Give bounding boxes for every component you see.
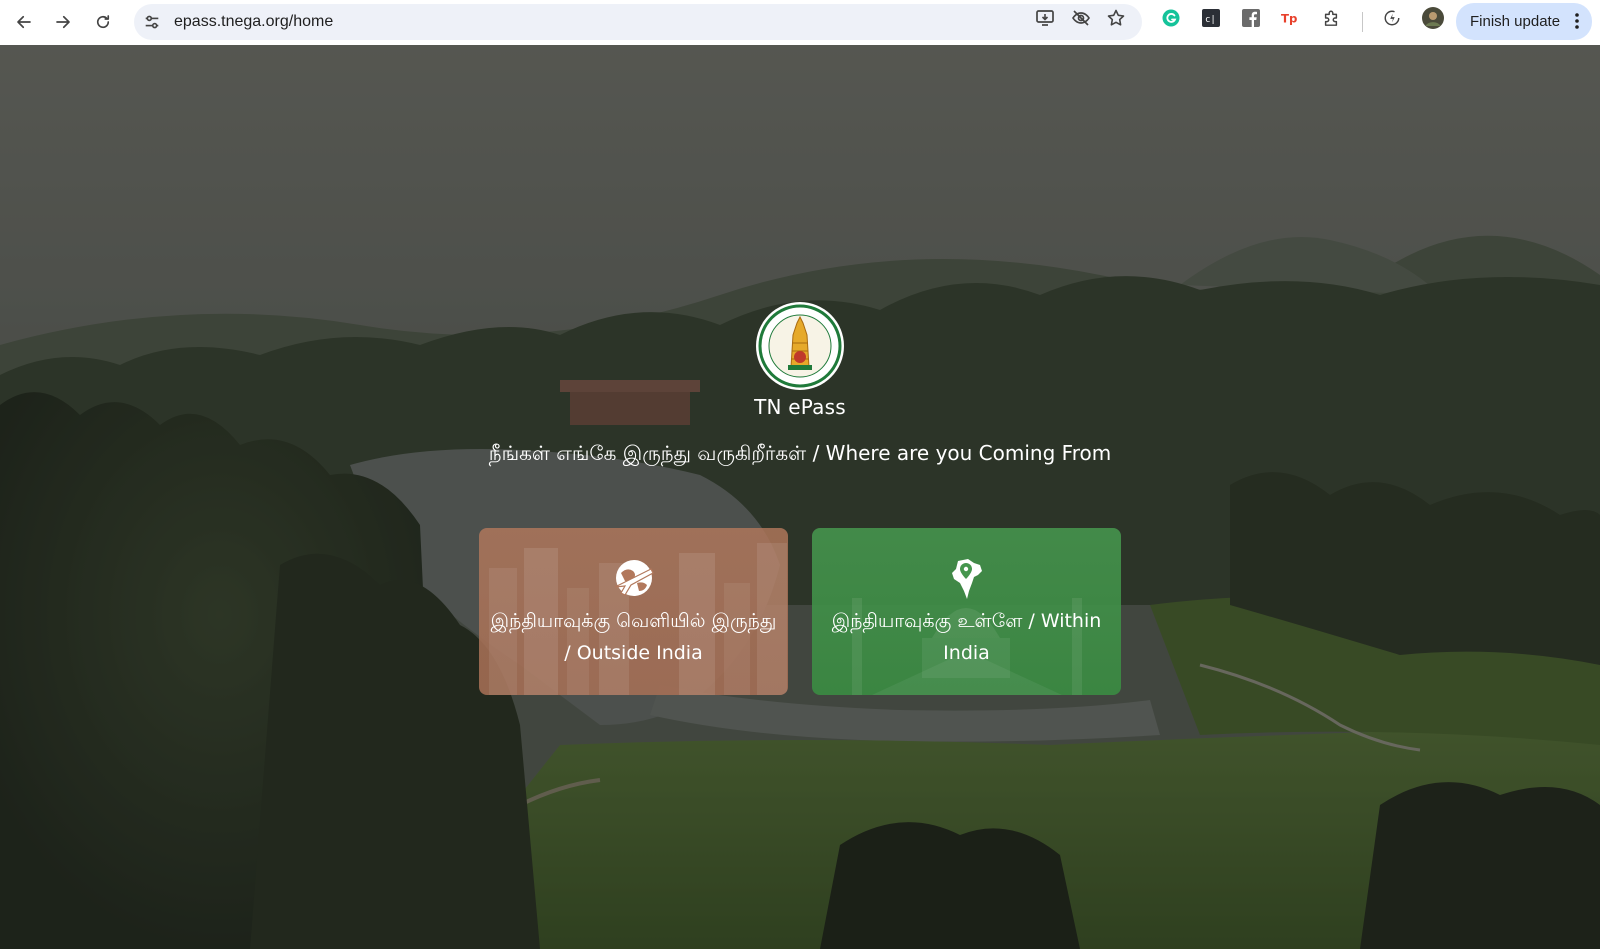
finish-update-label: Finish update xyxy=(1470,13,1561,30)
browser-toolbar: epass.tnega.org/home c| Tp Finish update xyxy=(0,0,1600,45)
within-india-label: இந்தியாவுக்கு உள்ளே / Within India xyxy=(831,609,1102,664)
more-menu-icon[interactable] xyxy=(1570,12,1584,30)
grammarly-icon[interactable] xyxy=(1162,9,1180,27)
back-arrow-icon[interactable] xyxy=(12,10,36,34)
tamil-nadu-emblem-logo xyxy=(756,302,844,390)
performance-icon[interactable] xyxy=(1383,9,1401,27)
svg-text:Tp: Tp xyxy=(1281,12,1297,26)
reload-icon[interactable] xyxy=(91,10,115,34)
facebook-icon[interactable] xyxy=(1242,9,1260,27)
site-title: TN ePass xyxy=(754,395,846,419)
colorzilla-icon[interactable]: c| xyxy=(1202,9,1220,27)
origin-question-heading: நீங்கள் எங்கே இருந்து வருகிறீர்கள் / Whe… xyxy=(488,441,1112,465)
epass-home-page: TN ePass நீங்கள் எங்கே இருந்து வருகிறீர்… xyxy=(0,45,1600,949)
eye-off-icon[interactable] xyxy=(1071,8,1091,28)
outside-india-option-card[interactable]: இந்தியாவுக்கு வெளியில் இருந்து / Outside… xyxy=(479,528,788,695)
within-india-option-card[interactable]: இந்தியாவுக்கு உள்ளே / Within India xyxy=(812,528,1121,695)
profile-avatar-icon[interactable] xyxy=(1422,7,1444,29)
forward-arrow-icon[interactable] xyxy=(51,10,75,34)
tp-extension-icon[interactable]: Tp xyxy=(1281,9,1299,27)
background-dim-overlay xyxy=(0,45,1600,949)
finish-update-button[interactable]: Finish update xyxy=(1456,3,1592,40)
india-map-pin-icon xyxy=(951,558,982,599)
globe-plane-icon xyxy=(614,559,654,596)
site-settings-icon[interactable] xyxy=(142,12,162,32)
extensions-puzzle-icon[interactable] xyxy=(1322,9,1340,27)
install-app-icon[interactable] xyxy=(1035,8,1055,28)
bookmark-star-icon[interactable] xyxy=(1106,8,1126,28)
toolbar-divider xyxy=(1362,12,1363,32)
svg-text:c|: c| xyxy=(1205,15,1216,25)
outside-india-label: இந்தியாவுக்கு வெளியில் இருந்து / Outside… xyxy=(490,609,777,664)
address-bar[interactable]: epass.tnega.org/home xyxy=(134,4,1142,40)
url-text[interactable]: epass.tnega.org/home xyxy=(174,4,333,40)
